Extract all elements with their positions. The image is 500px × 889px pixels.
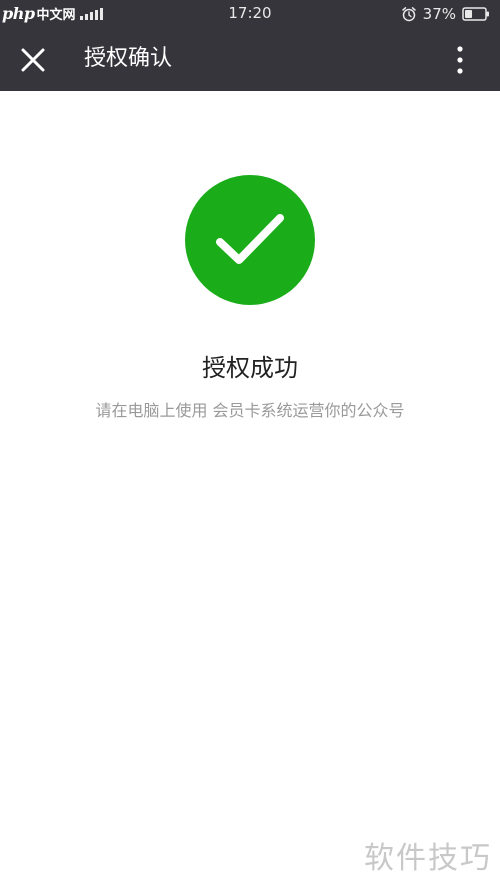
- checkmark-icon: [216, 214, 284, 264]
- close-button[interactable]: [14, 41, 52, 79]
- more-button[interactable]: [440, 41, 480, 79]
- close-icon: [21, 48, 45, 72]
- watermark: 软件技巧: [364, 841, 492, 876]
- page-title: 授权确认: [84, 46, 173, 71]
- success-circle: [185, 175, 315, 305]
- status-bar: php 中文网 17:20 37%: [0, 0, 500, 27]
- battery-percent: 37%: [422, 4, 456, 23]
- battery-fill: [465, 9, 473, 18]
- status-right: 37%: [401, 0, 490, 27]
- nav-bar: 授权确认: [0, 27, 500, 91]
- alarm-icon: [401, 6, 417, 22]
- more-vertical-icon: [457, 46, 463, 74]
- result-title: 授权成功: [202, 354, 298, 382]
- result-description: 请在电脑上使用 会员卡系统运营你的公众号: [95, 401, 405, 420]
- battery-icon: [462, 6, 490, 21]
